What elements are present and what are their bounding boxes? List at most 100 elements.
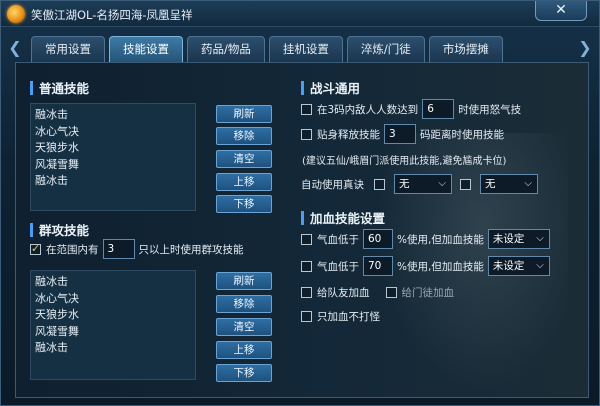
rage-skill-option: 在3码内敌人人数达到 6 时使用怒气技 [301, 99, 521, 119]
group-refresh-button[interactable]: 刷新 [216, 272, 272, 290]
true-qi-select-1[interactable]: 无 ⌵ [394, 174, 452, 194]
heal-threshold-row-2: 气血低于 70 %使用,但加血技能 未设定 ⌵ [301, 256, 550, 276]
tab-skill-settings[interactable]: 技能设置 [109, 36, 183, 62]
tab-common-settings[interactable]: 常用设置 [31, 36, 105, 62]
group-skill-label: 在范围内有 [46, 243, 99, 256]
team-heal-label: 给队友加血 [317, 287, 370, 299]
auto-true-qi-label: 自动使用真诀 [301, 178, 364, 191]
rage-enemy-count-input[interactable]: 6 [422, 99, 455, 119]
true-qi-checkbox-1[interactable] [374, 178, 385, 190]
heal-row-2-checkbox[interactable] [301, 260, 312, 272]
heal-row-1-select-value: 未设定 [492, 233, 525, 245]
tab-scroll-right-icon[interactable]: ❯ [577, 39, 593, 57]
normal-skills-list[interactable]: 融冰击 冰心气决 天狼步水 风凝雪舞 融冰击 [30, 103, 196, 211]
combat-general-title: 战斗通用 [310, 81, 361, 96]
tab-potions-items[interactable]: 药品/物品 [187, 36, 265, 62]
true-qi-select-1-value: 无 [399, 178, 410, 190]
list-item[interactable]: 天狼步水 [35, 307, 191, 324]
group-skill-suffix: 只以上时使用群攻技能 [138, 243, 244, 256]
tab-refine-disciple[interactable]: 淬炼/门徒 [346, 36, 425, 62]
rage-skill-checkbox[interactable] [301, 103, 312, 115]
section-marker [301, 80, 304, 95]
group-skills-title: 群攻技能 [39, 223, 90, 238]
heal-row-2-label: 气血低于 [317, 260, 359, 273]
heal-only-label: 只加血不打怪 [317, 311, 380, 323]
close-range-note: (建议五仙/峨眉门派使用此技能,避免尴成卡位) [302, 156, 507, 167]
group-skill-range-option: 在范围内有 3 只以上时使用群攻技能 [30, 239, 244, 259]
section-marker [30, 222, 33, 237]
disciple-heal-checkbox[interactable] [385, 287, 397, 298]
true-qi-checkbox-2[interactable] [460, 178, 471, 190]
window-title: 笑傲江湖OL-名扬四海-凤凰呈祥 [31, 8, 193, 22]
heal-row-1-percent-input[interactable]: 60 [363, 229, 393, 249]
team-heal-options: 给队友加血 给门徒加血 [301, 285, 454, 300]
group-skills-heading: 群攻技能 [30, 220, 89, 239]
group-skills-list[interactable]: 融冰击 冰心气决 天狼步水 风凝雪舞 融冰击 [30, 270, 196, 380]
normal-refresh-button[interactable]: 刷新 [216, 105, 272, 123]
close-range-label: 贴身释放技能 [317, 128, 380, 141]
combat-general-heading: 战斗通用 [301, 78, 360, 97]
heal-row-2-percent-input[interactable]: 70 [363, 256, 393, 276]
group-move-down-button[interactable]: 下移 [216, 364, 272, 382]
heal-skills-title: 加血技能设置 [310, 211, 386, 226]
chevron-down-icon: ⌵ [536, 260, 544, 271]
close-range-option: 贴身释放技能 3 码距离时使用技能 [301, 124, 504, 144]
heal-only-checkbox[interactable] [301, 311, 312, 322]
heal-row-2-select-value: 未设定 [492, 260, 525, 272]
normal-move-down-button[interactable]: 下移 [216, 195, 272, 213]
tab-bar: 常用设置 技能设置 药品/物品 挂机设置 淬炼/门徒 市场摆摊 [31, 36, 503, 62]
heal-row-1-label: 气血低于 [317, 233, 359, 246]
heal-only-option: 只加血不打怪 [301, 309, 380, 324]
normal-move-up-button[interactable]: 上移 [216, 173, 272, 191]
group-clear-button[interactable]: 清空 [216, 318, 272, 336]
close-button[interactable]: ✕ [535, 1, 587, 21]
list-item[interactable]: 冰心气决 [35, 291, 191, 308]
chevron-down-icon: ⌵ [536, 233, 544, 244]
group-move-up-button[interactable]: 上移 [216, 341, 272, 359]
group-skill-checkbox[interactable] [30, 242, 41, 255]
list-item[interactable]: 风凝雪舞 [35, 157, 191, 174]
list-item[interactable]: 融冰击 [35, 173, 191, 190]
list-item[interactable]: 融冰击 [35, 274, 191, 291]
chevron-down-icon: ⌵ [438, 178, 446, 189]
close-range-checkbox[interactable] [301, 128, 312, 140]
group-remove-button[interactable]: 移除 [216, 295, 272, 313]
normal-skills-heading: 普通技能 [30, 78, 89, 97]
heal-row-2-suffix: %使用,但加血技能 [397, 260, 484, 273]
close-icon: ✕ [555, 2, 567, 18]
close-range-suffix: 码距离时使用技能 [420, 128, 504, 141]
chevron-down-icon: ⌵ [524, 178, 532, 189]
heal-row-1-suffix: %使用,但加血技能 [397, 233, 484, 246]
rage-skill-label: 在3码内敌人人数达到 [317, 103, 419, 116]
skill-settings-panel: 普通技能 融冰击 冰心气决 天狼步水 风凝雪舞 融冰击 刷新 移除 清空 上移 … [15, 62, 589, 398]
normal-remove-button[interactable]: 移除 [216, 127, 272, 145]
normal-clear-button[interactable]: 清空 [216, 150, 272, 168]
auto-true-qi-option: 自动使用真诀 无 ⌵ 无 ⌵ [301, 174, 538, 194]
heal-skills-heading: 加血技能设置 [301, 208, 385, 227]
game-logo-icon [7, 5, 25, 23]
list-item[interactable]: 天狼步水 [35, 140, 191, 157]
normal-skills-title: 普通技能 [39, 81, 90, 96]
section-marker [30, 80, 33, 95]
team-heal-checkbox[interactable] [301, 287, 312, 298]
heal-row-1-skill-select[interactable]: 未设定 ⌵ [487, 229, 550, 249]
list-item[interactable]: 风凝雪舞 [35, 324, 191, 341]
close-range-distance-input[interactable]: 3 [384, 124, 416, 144]
settings-window: 笑傲江湖OL-名扬四海-凤凰呈祥 ✕ ❮ ❯ 常用设置 技能设置 药品/物品 挂… [0, 0, 600, 406]
list-item[interactable]: 融冰击 [35, 340, 191, 357]
tab-afk-settings[interactable]: 挂机设置 [268, 36, 343, 62]
heal-row-2-skill-select[interactable]: 未设定 ⌵ [487, 256, 550, 276]
disciple-heal-label: 给门徒加血 [401, 287, 455, 299]
heal-threshold-row-1: 气血低于 60 %使用,但加血技能 未设定 ⌵ [301, 229, 550, 249]
section-marker [301, 210, 304, 225]
tab-scroll-left-icon[interactable]: ❮ [7, 39, 23, 57]
list-item[interactable]: 融冰击 [35, 107, 191, 124]
group-skill-count-input[interactable]: 3 [102, 239, 135, 259]
true-qi-select-2-value: 无 [485, 178, 496, 190]
heal-row-1-checkbox[interactable] [301, 233, 312, 245]
tab-market-stall[interactable]: 市场摆摊 [428, 36, 503, 62]
title-bar: 笑傲江湖OL-名扬四海-凤凰呈祥 ✕ [1, 1, 599, 27]
true-qi-select-2[interactable]: 无 ⌵ [480, 174, 538, 194]
list-item[interactable]: 冰心气决 [35, 124, 191, 141]
rage-skill-suffix: 时使用怒气技 [458, 103, 522, 116]
